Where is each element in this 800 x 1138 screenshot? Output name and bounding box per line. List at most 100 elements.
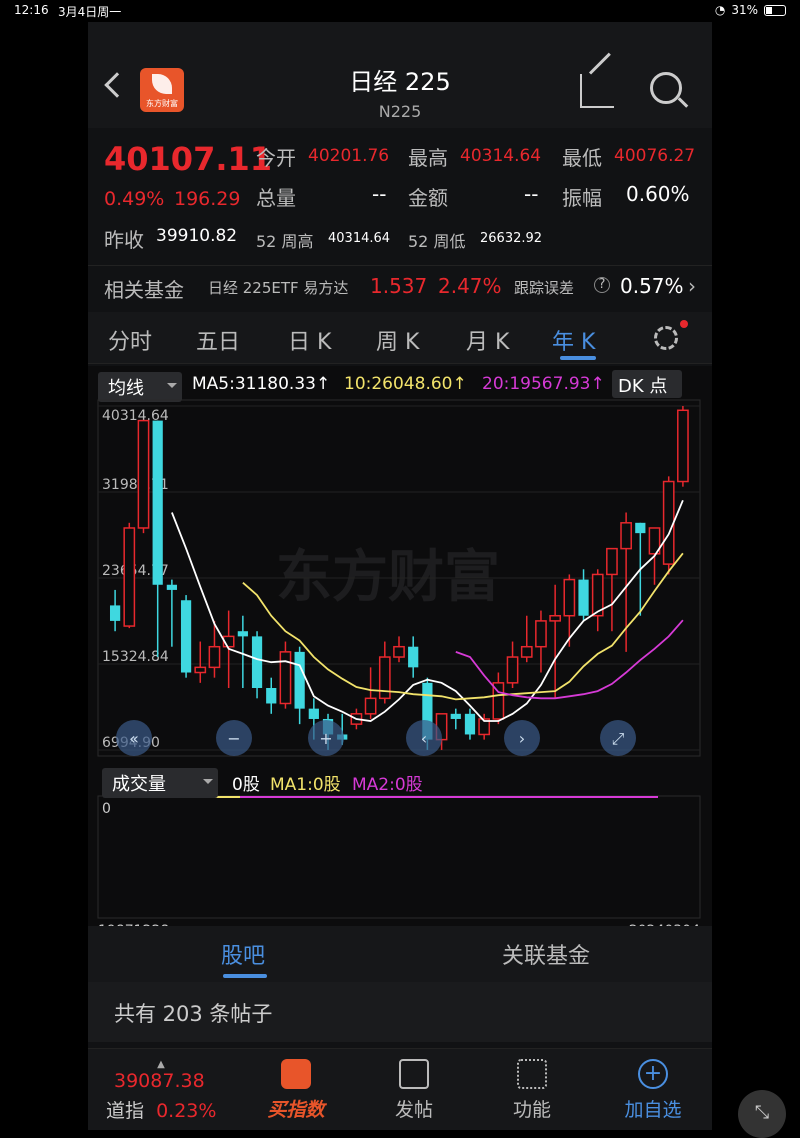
status-time: 12:16 (14, 3, 49, 17)
status-date: 3月4日周一 (58, 5, 122, 19)
function-label: 功能 (512, 1099, 551, 1121)
post-button[interactable]: 发帖 (384, 1059, 444, 1122)
candle-body (208, 645, 221, 669)
dow-price: 39087.38 (114, 1070, 205, 1092)
post-count-bar: 共有 203 条帖子 (88, 982, 712, 1042)
notification-dot (680, 320, 688, 328)
svg-text:+: + (319, 729, 332, 748)
amount-value: -- (524, 182, 539, 206)
volume-selector[interactable]: 成交量 (102, 768, 218, 798)
candle-body (166, 584, 177, 590)
share-icon[interactable] (580, 74, 614, 108)
dk-point-button[interactable]: DK 点 (612, 370, 682, 398)
tab-daily-k[interactable]: 日 K (288, 324, 331, 356)
tracking-label: 跟踪误差 (514, 279, 575, 297)
tab-monthly-k[interactable]: 月 K (466, 324, 509, 356)
prev-close-label: 昨收 (104, 228, 144, 252)
candle-body (393, 645, 405, 658)
page-title: 日经 225 (349, 68, 451, 96)
high-value: 40314.64 (460, 146, 542, 166)
tracking-value: 0.57% (620, 274, 684, 298)
amplitude-label: 振幅 (562, 186, 602, 210)
tab-five-day[interactable]: 五日 (196, 324, 240, 356)
trend-icon (281, 1059, 311, 1089)
content-tabs: 股吧 关联基金 (88, 926, 712, 982)
tab-intraday[interactable]: 分时 (108, 324, 152, 356)
post-label: 发帖 (394, 1099, 433, 1121)
candle-body (578, 579, 589, 616)
current-price: 40107.11 (104, 140, 273, 178)
plus-circle-icon: + (638, 1059, 668, 1089)
quote-panel: 40107.11 0.49% 196.29 昨收 39910.82 今开 402… (88, 130, 712, 280)
buy-index-button[interactable]: 买指数 (260, 1059, 332, 1122)
function-button[interactable]: 功能 (502, 1059, 562, 1122)
change-abs: 196.29 (174, 188, 241, 210)
buy-index-label: 买指数 (267, 1099, 325, 1121)
candle-body (563, 578, 576, 617)
status-bar: 12:16 3月4日周一 ◔ 31% (0, 0, 800, 22)
candle-body (520, 645, 533, 658)
dow-pct: 0.23% (156, 1100, 217, 1122)
high-label: 最高 (408, 146, 448, 170)
candle-body (620, 522, 632, 550)
battery-icon (764, 4, 786, 16)
amplitude-value: 0.60% (626, 182, 690, 206)
candle-body (237, 631, 248, 637)
svg-text:›: › (519, 729, 525, 748)
candle-body (549, 614, 562, 622)
candle-body (251, 636, 263, 689)
kline-chart[interactable]: 东方财富 40314.6431984.7123654.7715324.84699… (88, 366, 712, 926)
candle-body (450, 713, 461, 719)
gear-icon[interactable] (654, 326, 678, 350)
vol-ma1-legend: MA1:0股 (270, 775, 341, 795)
app-window: 东方财富 日经 225 N225 40107.11 0.49% 196.29 昨… (88, 22, 712, 1130)
help-icon[interactable]: ? (594, 277, 610, 293)
header: 东方财富 日经 225 N225 (88, 22, 712, 128)
change-pct: 0.49% (104, 188, 165, 210)
add-watchlist-button[interactable]: + 加自选 (618, 1059, 688, 1122)
fund-pct: 2.47% (438, 274, 502, 298)
tab-weekly-k[interactable]: 周 K (376, 324, 419, 356)
candle-body (308, 708, 319, 719)
volume-legend: 0股 (232, 775, 260, 795)
volume-value: -- (372, 182, 387, 206)
candle-body (279, 651, 292, 705)
dow-name: 道指 (106, 1100, 145, 1122)
open-label: 今开 (256, 146, 296, 170)
candle-body (266, 688, 277, 704)
volume-plot-frame (97, 795, 701, 919)
add-watchlist-label: 加自选 (624, 1099, 682, 1121)
wk52-high-value: 40314.64 (328, 231, 391, 246)
dow-index-ticker[interactable]: ▲ 39087.38 道指 0.23% (106, 1059, 246, 1123)
tab-stock-forum[interactable]: 股吧 (221, 938, 265, 970)
fund-price: 1.537 (370, 274, 428, 298)
chevron-right-icon: › (688, 274, 696, 298)
open-value: 40201.76 (308, 146, 390, 166)
candle-body (364, 697, 377, 715)
search-icon[interactable] (650, 72, 682, 104)
edit-icon (399, 1059, 429, 1089)
tab-yearly-k[interactable]: 年 K (552, 324, 595, 356)
candle-body (677, 409, 689, 483)
wifi-icon: ◔ (714, 3, 726, 17)
bottom-dock: ▲ 39087.38 道指 0.23% 买指数 发帖 功能 + 加自选 (88, 1048, 712, 1130)
post-count-text: 共有 203 条帖子 (114, 1002, 273, 1026)
wk52-low-label: 52 周低 (408, 232, 466, 251)
collapse-icon[interactable]: ⤡ (738, 1090, 786, 1138)
triangle-up-icon: ▲ (157, 1059, 165, 1070)
tab-underline (560, 356, 596, 360)
wk52-high-label: 52 周高 (256, 232, 314, 251)
candle-body (408, 646, 419, 668)
content-tab-underline (223, 974, 267, 978)
period-tabs: 分时 五日 日 K 周 K 月 K 年 K (88, 312, 712, 364)
status-right: ◔ 31% (715, 3, 786, 17)
candle-body (662, 480, 675, 565)
candle-body (194, 666, 207, 674)
y-tick-label: 15324.84 (102, 649, 169, 665)
tab-related-funds[interactable]: 关联基金 (502, 938, 590, 970)
related-fund-row[interactable]: 相关基金 日经 225ETF 易方达 1.537 2.47% 跟踪误差 ? 0.… (88, 265, 712, 307)
wk52-low-value: 26632.92 (480, 231, 543, 246)
battery-percent: 31% (731, 3, 758, 17)
fund-name: 日经 225ETF 易方达 (208, 279, 349, 297)
grid-icon (517, 1059, 547, 1089)
